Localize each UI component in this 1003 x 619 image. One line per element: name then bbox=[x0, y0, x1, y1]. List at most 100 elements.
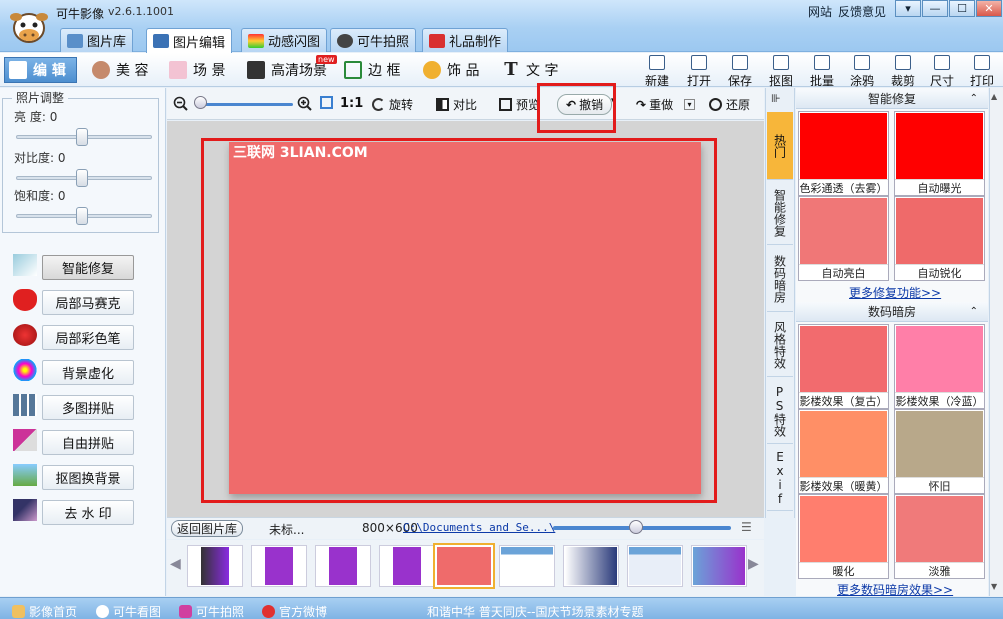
camera-link[interactable]: 可牛拍照 bbox=[179, 603, 244, 619]
tab-image-edit[interactable]: 图片编辑 bbox=[146, 28, 233, 53]
saturation-slider-knob[interactable] bbox=[76, 207, 88, 225]
redo-dropdown-icon[interactable]: ▾ bbox=[684, 99, 695, 110]
slider-label: 饱和度: bbox=[14, 189, 55, 203]
thumbnail[interactable] bbox=[251, 545, 307, 587]
more-darkroom-link[interactable]: 更多数码暗房效果>> bbox=[837, 581, 953, 598]
thumbnail[interactable] bbox=[563, 545, 619, 587]
tab-gift-making[interactable]: 礼品制作 bbox=[422, 28, 509, 52]
thumbnail[interactable] bbox=[379, 545, 435, 587]
file-path-link[interactable]: C:\Documents and Se...\ bbox=[403, 521, 555, 534]
close-button[interactable]: ✕ bbox=[976, 0, 1002, 17]
thumbnail[interactable] bbox=[691, 545, 747, 587]
effect-auto-exposure[interactable]: 自动曝光 bbox=[894, 111, 985, 196]
tool-decoration[interactable]: 饰 品 bbox=[419, 57, 483, 83]
skin-menu-button[interactable]: ▾ bbox=[895, 0, 921, 17]
printer-icon bbox=[974, 55, 990, 70]
save-button[interactable]: 保存 bbox=[725, 55, 755, 89]
crop-button[interactable]: 裁剪 bbox=[888, 55, 918, 89]
local-mosaic-button[interactable]: 局部马赛克 bbox=[42, 290, 134, 315]
thumb-size-knob[interactable] bbox=[629, 520, 643, 534]
remove-watermark-button[interactable]: 去 水 印 bbox=[42, 500, 134, 525]
weibo-link[interactable]: 官方微博 bbox=[262, 603, 327, 619]
feedback-link[interactable]: 反馈意见 bbox=[838, 3, 886, 20]
zoom-in-icon[interactable] bbox=[297, 96, 313, 112]
scroll-up-icon[interactable]: ▲ bbox=[991, 92, 997, 101]
compare-button[interactable]: 对比 bbox=[436, 96, 477, 113]
vtab-digital-darkroom[interactable]: 数码暗房 bbox=[767, 246, 793, 312]
effect-auto-whiten[interactable]: 自动亮白 bbox=[798, 196, 889, 281]
effect-studio-cool-blue[interactable]: 影楼效果（冷蓝） bbox=[894, 324, 985, 409]
multi-image-collage-button[interactable]: 多图拼贴 bbox=[42, 395, 134, 420]
open-button[interactable]: 打开 bbox=[684, 55, 714, 89]
vtab-ps-effects[interactable]: PS特效 bbox=[767, 378, 793, 444]
batch-button[interactable]: 批量 bbox=[807, 55, 837, 89]
cutout-change-background-button[interactable]: 抠图换背景 bbox=[42, 465, 134, 490]
tab-animated-flash[interactable]: 动感闪图 bbox=[241, 28, 328, 52]
vtab-smart-repair[interactable]: 智能修复 bbox=[767, 181, 793, 245]
back-to-library-button[interactable]: 返回图片库 bbox=[171, 520, 243, 537]
size-button[interactable]: 尺寸 bbox=[927, 55, 957, 89]
image-highlight-box bbox=[201, 138, 717, 503]
holiday-notice-link[interactable]: 和谐中华 普天同庆--国庆节场景素材专题 bbox=[427, 603, 643, 619]
effects-scrollbar[interactable] bbox=[989, 88, 1003, 596]
brightness-slider-knob[interactable] bbox=[76, 128, 88, 146]
effect-studio-warm-yellow[interactable]: 影楼效果（暖黄） bbox=[798, 409, 889, 494]
tool-text[interactable]: T文 字 bbox=[498, 57, 562, 83]
tool-edit[interactable]: 编 辑 bbox=[4, 57, 77, 83]
home-link[interactable]: 影像首页 bbox=[12, 603, 77, 619]
fit-window-icon[interactable] bbox=[320, 96, 337, 109]
restore-button[interactable]: 还原 bbox=[709, 96, 750, 113]
effect-label: 暖化 bbox=[799, 562, 888, 578]
thumbnail-selected[interactable] bbox=[433, 543, 495, 589]
redo-button[interactable]: ↷ 重做 bbox=[636, 96, 673, 113]
rotate-button[interactable]: 旋转 bbox=[372, 96, 413, 113]
section-header-digital-darkroom[interactable]: 数码暗房 ⌃ bbox=[796, 302, 988, 322]
maximize-button[interactable]: ☐ bbox=[949, 0, 975, 17]
effect-label: 自动曝光 bbox=[895, 179, 984, 195]
actual-size-button[interactable]: 1:1 bbox=[340, 96, 363, 111]
image-viewer-link[interactable]: 可牛看图 bbox=[96, 603, 161, 619]
contrast-slider-knob[interactable] bbox=[76, 169, 88, 187]
more-repair-link[interactable]: 更多修复功能>> bbox=[849, 284, 941, 301]
section-header-smart-repair[interactable]: 智能修复 ⌃ bbox=[796, 89, 988, 109]
zoom-out-icon[interactable] bbox=[173, 96, 189, 112]
preview-button[interactable]: 预览 bbox=[499, 96, 540, 113]
vtab-exif[interactable]: Exif bbox=[767, 445, 793, 511]
vtab-style-effects[interactable]: 风格特效 bbox=[767, 313, 793, 377]
effect-studio-retro[interactable]: 影楼效果（复古） bbox=[798, 324, 889, 409]
tab-kaniu-camera[interactable]: 可牛拍照 bbox=[330, 28, 417, 52]
free-collage-button[interactable]: 自由拼贴 bbox=[42, 430, 134, 455]
gear-icon bbox=[814, 55, 830, 70]
minimize-button[interactable]: — bbox=[922, 0, 948, 17]
background-blur-button[interactable]: 背景虚化 bbox=[42, 360, 134, 385]
local-color-pen-button[interactable]: 局部彩色笔 bbox=[42, 325, 134, 350]
thumbnail[interactable] bbox=[315, 545, 371, 587]
zoom-slider-knob[interactable] bbox=[194, 96, 207, 109]
print-button[interactable]: 打印 bbox=[967, 55, 997, 89]
tool-scene[interactable]: 场 景 bbox=[165, 57, 229, 83]
thumb-list-menu-icon[interactable]: ☰ bbox=[741, 520, 752, 534]
thumbnail[interactable] bbox=[187, 545, 243, 587]
zoom-slider[interactable] bbox=[196, 103, 293, 106]
new-button[interactable]: 新建 bbox=[642, 55, 672, 89]
vtab-hot[interactable]: 热门 bbox=[767, 112, 793, 180]
thumb-scroll-left-icon[interactable]: ◀ bbox=[170, 556, 181, 572]
thumbnail[interactable] bbox=[499, 545, 555, 587]
thumb-scroll-right-icon[interactable]: ▶ bbox=[748, 556, 759, 572]
cutout-button[interactable]: 抠图 bbox=[766, 55, 796, 89]
thumbnail-image bbox=[501, 547, 553, 585]
effect-elegant[interactable]: 淡雅 bbox=[894, 494, 985, 579]
thumbnail[interactable] bbox=[627, 545, 683, 587]
tab-image-library[interactable]: 图片库 bbox=[60, 28, 134, 52]
website-link[interactable]: 网站 bbox=[808, 3, 832, 20]
effect-auto-sharpen[interactable]: 自动锐化 bbox=[894, 196, 985, 281]
tool-beauty[interactable]: 美 容 bbox=[88, 57, 152, 83]
collapse-panel-icon[interactable]: ⊪ bbox=[771, 92, 781, 105]
scroll-down-icon[interactable]: ▼ bbox=[991, 582, 997, 591]
doodle-button[interactable]: 涂鸦 bbox=[847, 55, 877, 89]
smart-repair-button[interactable]: 智能修复 bbox=[42, 255, 134, 280]
tool-border[interactable]: 边 框 bbox=[340, 57, 404, 83]
effect-dehaze[interactable]: 色彩通透（去雾） bbox=[798, 111, 889, 196]
effect-nostalgia[interactable]: 怀旧 bbox=[894, 409, 985, 494]
effect-warmify[interactable]: 暖化 bbox=[798, 494, 889, 579]
